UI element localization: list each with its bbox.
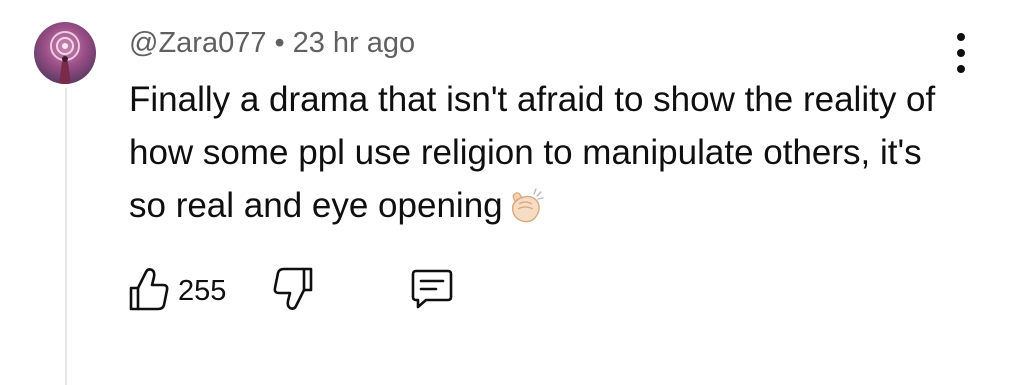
meta-separator: • (274, 27, 285, 59)
more-vertical-icon (957, 33, 965, 41)
author-name[interactable]: @Zara077 (129, 27, 266, 59)
comment-body: Finally a drama that isn't afraid to sho… (129, 73, 959, 238)
more-options-button[interactable] (946, 33, 976, 73)
thread-line (65, 88, 67, 385)
like-count: 255 (178, 275, 227, 307)
clapping-hands-icon (505, 185, 547, 238)
comment-meta: @Zara077 • 23 hr ago (129, 26, 415, 60)
reply-button[interactable] (410, 267, 454, 316)
thumbs-up-icon (128, 266, 170, 317)
comment-card: @Zara077 • 23 hr ago Finally a drama that … (0, 0, 1024, 385)
like-button[interactable]: 255 (128, 266, 226, 317)
thumbs-down-icon (272, 267, 314, 316)
dislike-button[interactable] (272, 266, 314, 317)
comment-bubble-icon (410, 269, 454, 315)
avatar[interactable] (34, 22, 96, 84)
timestamp: 23 hr ago (292, 27, 416, 59)
